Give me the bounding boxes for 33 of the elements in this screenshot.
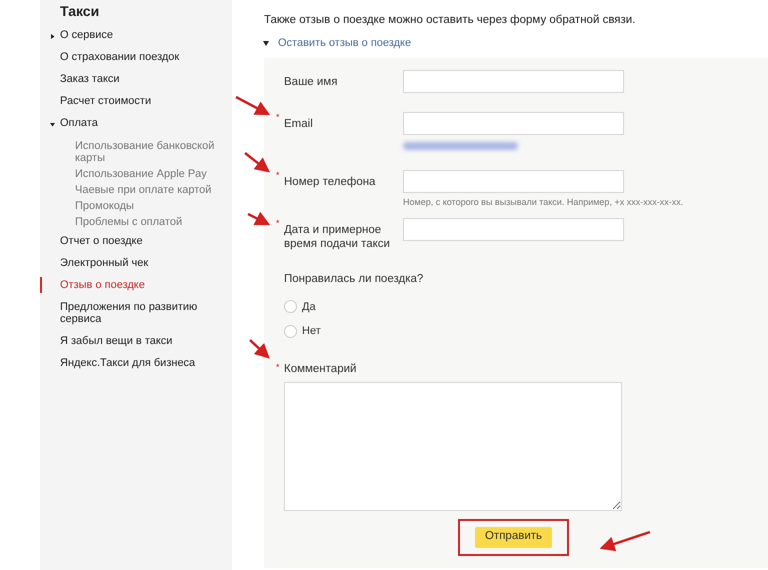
sidebar-link[interactable]: Яндекс.Такси для бизнеса	[60, 357, 220, 369]
body-text: Также отзыв о поездке можно оставить через форму обратной связи.	[264, 13, 636, 28]
sidebar-link[interactable]: Заказ такси	[60, 73, 220, 85]
required-asterisk: *	[276, 110, 280, 124]
required-asterisk: *	[276, 168, 280, 182]
sidebar-link[interactable]: Использование банковской карты	[75, 140, 225, 164]
sidebar-link[interactable]: Чаевые при оплате картой	[75, 184, 225, 196]
sidebar-link[interactable]: Отчет о поездке	[60, 235, 220, 247]
field-label: Номер телефона	[284, 176, 376, 188]
field-label: Ваше имя	[284, 76, 338, 88]
sidebar-title: Такси	[59, 2, 100, 21]
sidebar-link[interactable]: Предложения по развитию сервиса	[60, 301, 220, 325]
submit-button[interactable]: Отправить	[475, 526, 552, 548]
sidebar-link[interactable]: Расчет стоимости	[60, 95, 220, 107]
toggle-link[interactable]: Оставить отзыв о поездке	[278, 35, 412, 52]
radio-label: Да	[302, 300, 316, 314]
field-label: Дата и примерное время подачи такси	[284, 224, 390, 250]
required-asterisk: *	[276, 360, 280, 374]
sidebar-link[interactable]: Использование Apple Pay	[75, 168, 225, 180]
sidebar-link[interactable]: Промокоды	[75, 200, 225, 212]
sidebar-link[interactable]: Отзыв о поездке	[60, 279, 220, 291]
sidebar-link[interactable]: Оплата	[60, 117, 220, 129]
required-asterisk: *	[276, 217, 280, 230]
sidebar-link[interactable]: О страховании поездок	[60, 51, 220, 63]
hint-text: Номер, с которого вы вызывали такси. Например, +x xxx-xxx-xx-xx.	[403, 196, 684, 209]
field-label: Email	[284, 118, 313, 130]
sidebar-link[interactable]: Электронный чек	[60, 257, 220, 269]
radio-label: Нет	[302, 324, 321, 339]
question-text: Понравилась ли поездка?	[284, 272, 424, 288]
sidebar-link[interactable]: Я забыл вещи в такси	[60, 335, 220, 347]
field-label: Комментарий	[284, 362, 356, 374]
sidebar-link[interactable]: Проблемы с оплатой	[75, 216, 225, 228]
sidebar-link[interactable]: О сервисе	[60, 29, 220, 41]
